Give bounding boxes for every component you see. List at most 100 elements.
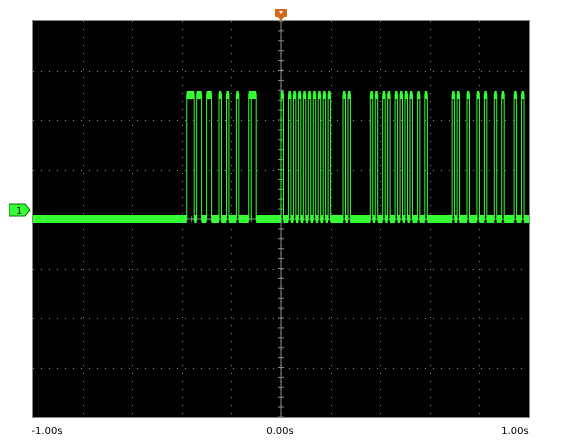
grid-dot bbox=[331, 373, 332, 374]
grid-dot bbox=[225, 318, 226, 319]
grid-dot bbox=[132, 301, 133, 302]
grid-dot bbox=[169, 170, 170, 171]
grid-dot bbox=[425, 71, 426, 72]
grid-dot bbox=[65, 71, 66, 72]
grid-dot bbox=[132, 237, 133, 238]
noise-band bbox=[330, 215, 343, 223]
grid-dot bbox=[231, 413, 232, 414]
grid-dot bbox=[193, 71, 194, 72]
grid-dot bbox=[231, 149, 232, 150]
grid-dot bbox=[83, 213, 84, 214]
time-label-right: 1.00s bbox=[501, 426, 529, 437]
grid-dot bbox=[182, 77, 183, 78]
grid-dot bbox=[521, 269, 522, 270]
grid-dot bbox=[380, 285, 381, 286]
noise-band bbox=[303, 91, 306, 99]
grid-dot bbox=[430, 381, 431, 382]
grid-dot bbox=[430, 61, 431, 62]
noise-band bbox=[524, 215, 529, 223]
grid-dot bbox=[353, 170, 354, 171]
grid-dot bbox=[137, 170, 138, 171]
grid-dot bbox=[409, 318, 410, 319]
noise-band bbox=[236, 91, 239, 99]
noise-band bbox=[409, 91, 413, 99]
grid-dot bbox=[497, 368, 498, 369]
grid-dot bbox=[331, 93, 332, 94]
grid-dot bbox=[132, 333, 133, 334]
noise-band bbox=[516, 215, 522, 223]
grid-dot bbox=[441, 120, 442, 121]
grid-dot bbox=[231, 189, 232, 190]
grid-dot bbox=[137, 368, 138, 369]
grid-dot bbox=[380, 189, 381, 190]
grid-dot bbox=[479, 277, 480, 278]
grid-dot bbox=[380, 397, 381, 398]
grid-dot bbox=[129, 368, 130, 369]
grid-dot bbox=[331, 197, 332, 198]
grid-dot bbox=[473, 120, 474, 121]
grid-dot bbox=[479, 61, 480, 62]
grid-dot bbox=[273, 368, 274, 369]
trigger-position-marker[interactable] bbox=[275, 9, 287, 21]
grid-dot bbox=[231, 157, 232, 158]
grid-dot bbox=[479, 269, 480, 270]
grid-dot bbox=[481, 318, 482, 319]
grid-dot bbox=[153, 71, 154, 72]
grid-dot bbox=[201, 269, 202, 270]
grid-dot bbox=[393, 318, 394, 319]
grid-dot bbox=[137, 318, 138, 319]
grid-dot bbox=[433, 269, 434, 270]
noise-band bbox=[402, 215, 405, 223]
grid-dot bbox=[321, 318, 322, 319]
grid-dot bbox=[83, 85, 84, 86]
grid-dot bbox=[380, 309, 381, 310]
grid-dot bbox=[430, 229, 431, 230]
grid-dot bbox=[273, 71, 274, 72]
grid-dot bbox=[161, 318, 162, 319]
grid-dot bbox=[417, 368, 418, 369]
grid-dot bbox=[479, 333, 480, 334]
grid-dot bbox=[361, 120, 362, 121]
grid-dot bbox=[241, 269, 242, 270]
grid-dot bbox=[185, 120, 186, 121]
grid-dot bbox=[233, 120, 234, 121]
grid-dot bbox=[257, 120, 258, 121]
noise-band bbox=[219, 91, 222, 99]
channel-1-label: 1 bbox=[16, 206, 22, 217]
noise-band bbox=[486, 215, 495, 223]
grid-dot bbox=[231, 349, 232, 350]
grid-dot bbox=[380, 317, 381, 318]
grid-dot bbox=[217, 170, 218, 171]
grid-dot bbox=[249, 71, 250, 72]
grid-dot bbox=[137, 269, 138, 270]
grid-dot bbox=[231, 293, 232, 294]
channel-1-marker[interactable]: 1 bbox=[9, 203, 31, 217]
grid-dot bbox=[57, 71, 58, 72]
grid-dot bbox=[380, 261, 381, 262]
grid-dot bbox=[289, 170, 290, 171]
grid-dot bbox=[231, 341, 232, 342]
grid-dot bbox=[129, 120, 130, 121]
grid-dot bbox=[380, 405, 381, 406]
grid-dot bbox=[182, 325, 183, 326]
grid-dot bbox=[489, 170, 490, 171]
grid-dot bbox=[231, 285, 232, 286]
grid-dot bbox=[182, 125, 183, 126]
grid-dot bbox=[182, 357, 183, 358]
grid-dot bbox=[331, 333, 332, 334]
time-label-center: 0.00s bbox=[266, 426, 294, 437]
grid-dot bbox=[129, 269, 130, 270]
grid-dot bbox=[83, 365, 84, 366]
grid-dot bbox=[231, 301, 232, 302]
grid-dot bbox=[137, 120, 138, 121]
grid-dot bbox=[145, 269, 146, 270]
noise-band bbox=[377, 215, 383, 223]
grid-dot bbox=[231, 317, 232, 318]
grid-dot bbox=[209, 170, 210, 171]
grid-dot bbox=[73, 71, 74, 72]
grid-dot bbox=[121, 120, 122, 121]
noise-band bbox=[417, 91, 420, 99]
grid-dot bbox=[479, 285, 480, 286]
grid-dot bbox=[182, 373, 183, 374]
grid-dot bbox=[380, 341, 381, 342]
